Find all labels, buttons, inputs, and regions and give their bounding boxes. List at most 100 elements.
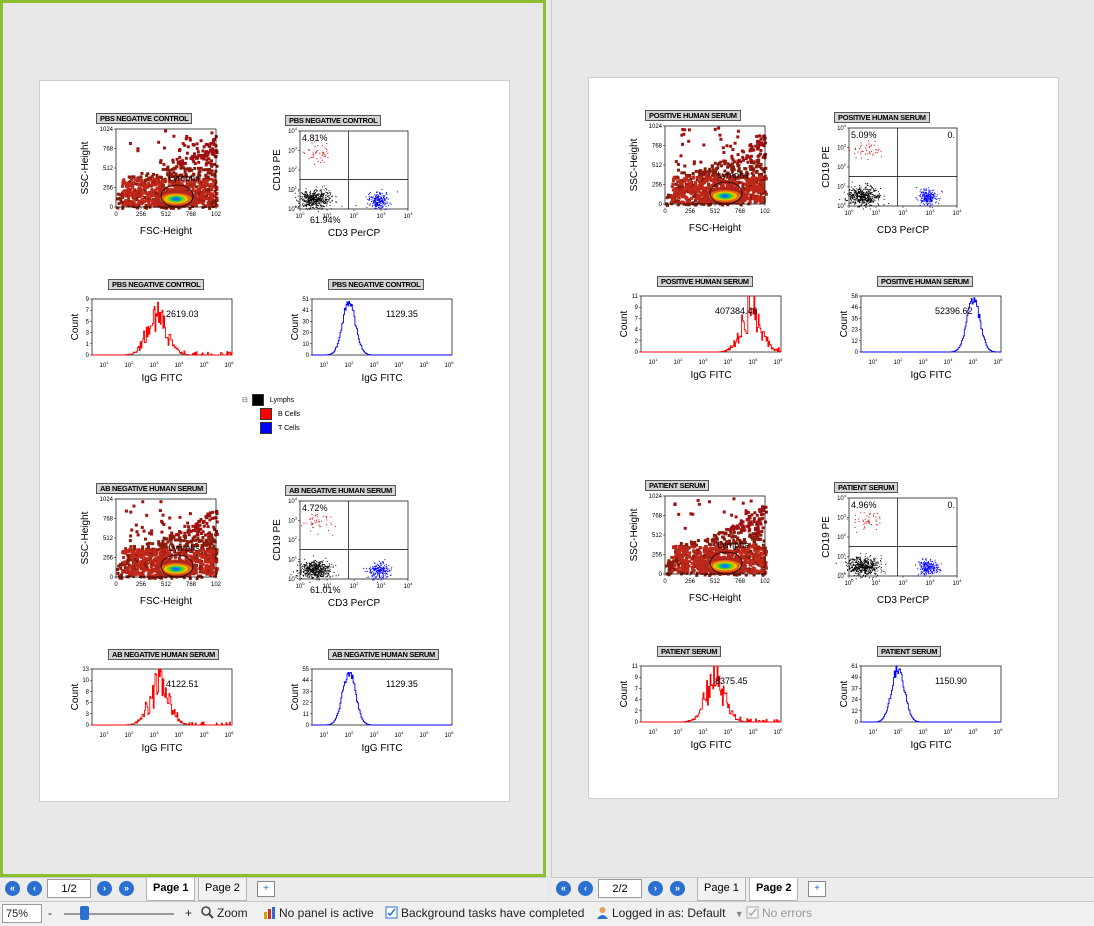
x-tick-label: 256 (136, 212, 147, 218)
population-legend[interactable]: ⊟LymphsB CellsT Cells (242, 393, 300, 435)
x-tick-label: 102 (211, 212, 222, 218)
b-cell-igg-histogram[interactable]: 0247911101102103104105106407384.46IgG FI… (619, 290, 799, 386)
density-contour (722, 564, 729, 567)
zoom-slider-handle[interactable] (80, 906, 89, 920)
y-tick-label: 12 (851, 339, 858, 345)
x-tick-label: 103 (699, 357, 709, 366)
zoom-out-button[interactable]: - (48, 906, 52, 920)
layout-sheet[interactable]: PBS NEGATIVE CONTROLLymphs00256256512512… (39, 80, 510, 802)
y-tick-label: 768 (652, 144, 663, 150)
x-tick-label: 103 (926, 208, 936, 217)
add-page-icon[interactable]: + (257, 881, 275, 897)
y-tick-label: 41 (302, 308, 309, 314)
first-page-icon[interactable]: « (5, 881, 20, 896)
y-tick-label: 49 (851, 675, 858, 681)
x-tick-label: 106 (445, 730, 455, 739)
x-axis-label: CD3 PerCP (328, 228, 381, 239)
layout-page-right[interactable]: POSITIVE HUMAN SERUMLymphs00256256512512… (551, 0, 1094, 877)
zoom-button[interactable]: Zoom (201, 906, 248, 920)
b-cell-igg-histogram[interactable]: 0135791011021031041051062619.03IgG FITCC… (70, 293, 250, 389)
first-page-icon[interactable]: « (556, 881, 571, 896)
tab-page-1[interactable]: Page 1 (146, 878, 195, 901)
t-cell-igg-histogram[interactable]: 011223344551011021031041051061129.35IgG … (290, 663, 470, 759)
y-tick-label: 9 (86, 297, 90, 303)
y-axis-label: SSC-Height (629, 138, 640, 191)
y-tick-label: 46 (851, 305, 858, 311)
x-axis-label: FSC-Height (140, 596, 192, 607)
fsc-ssc-density-plot[interactable]: Lymphs002562565125127687681021024FSC-Hei… (625, 116, 775, 234)
page-number-input[interactable]: 1/2 (47, 879, 91, 898)
y-tick-label: 101 (837, 182, 847, 191)
y-tick-label: 103 (288, 146, 298, 155)
t-cell-igg-histogram[interactable]: 0122335465810110210310410510652396.62IgG… (839, 290, 1019, 386)
y-axis-label: Count (290, 313, 301, 340)
prev-page-icon[interactable]: ‹ (578, 881, 593, 896)
errors-status-text: No errors (762, 906, 812, 920)
x-axis-label: FSC-Height (689, 223, 741, 234)
y-tick-label: 12 (851, 709, 858, 715)
cd3-cd19-quadrant-plot[interactable]: 4.72%61.01%10010010110110210210310310410… (270, 491, 420, 609)
prev-page-icon[interactable]: ‹ (27, 881, 42, 896)
chevron-down-icon[interactable]: ▼ (735, 909, 744, 919)
y-axis-label: Count (70, 313, 81, 340)
y-tick-label: 104 (288, 496, 298, 505)
y-tick-label: 20 (302, 331, 309, 337)
next-page-icon[interactable]: › (97, 881, 112, 896)
histogram-trace (92, 302, 232, 355)
layout-page-left[interactable]: PBS NEGATIVE CONTROLLymphs00256256512512… (0, 0, 546, 877)
x-tick-label: 512 (161, 582, 172, 588)
cd3-cd19-quadrant-plot[interactable]: 4.81%61.94%10010010110110210210310310410… (270, 121, 420, 239)
layout-sheet[interactable]: POSITIVE HUMAN SERUMLymphs00256256512512… (588, 77, 1059, 799)
x-tick-label: 104 (944, 357, 954, 366)
collapse-icon[interactable]: ⊟ (242, 396, 248, 404)
y-tick-label: 33 (302, 689, 309, 695)
event-dots (291, 138, 398, 213)
x-axis-label: CD3 PerCP (877, 225, 930, 236)
b-cell-igg-histogram[interactable]: 02479111011021031041051068375.45IgG FITC… (619, 660, 799, 756)
tab-page-2[interactable]: Page 2 (198, 878, 247, 901)
fsc-ssc-density-plot[interactable]: Lymphs002562565125127687681021024FSC-Hei… (76, 489, 226, 607)
y-tick-label: 35 (851, 316, 858, 322)
plot-frame (861, 666, 1001, 722)
x-tick-label: 106 (774, 727, 784, 736)
y-tick-label: 512 (103, 166, 114, 172)
fsc-ssc-density-plot[interactable]: Lymphs002562565125127687681021024FSC-Hei… (76, 119, 226, 237)
y-tick-label: 0 (635, 350, 639, 356)
zoom-input[interactable]: 75% (2, 904, 42, 923)
fsc-ssc-density-plot[interactable]: Lymphs002562565125127687681021024FSC-Hei… (625, 486, 775, 604)
checkbox-icon (746, 906, 759, 919)
gate-label: Lymphs (717, 540, 749, 550)
gate-label: Lymphs (168, 543, 200, 553)
plot-title: PATIENT SERUM (657, 646, 721, 657)
y-tick-label: 0 (110, 205, 114, 211)
page-number-input[interactable]: 2/2 (598, 879, 642, 898)
y-tick-label: 101 (288, 555, 298, 564)
y-axis-label: Count (619, 680, 630, 707)
y-tick-label: 0 (855, 720, 859, 726)
y-tick-label: 256 (652, 553, 663, 559)
x-tick-label: 0 (114, 582, 118, 588)
last-page-icon[interactable]: » (670, 881, 685, 896)
tab-page-1[interactable]: Page 1 (697, 878, 746, 901)
x-tick-label: 103 (919, 357, 929, 366)
next-page-icon[interactable]: › (648, 881, 663, 896)
b-cell-igg-histogram[interactable]: 035810131011021031041051064122.51IgG FIT… (70, 663, 250, 759)
cd3-cd19-quadrant-plot[interactable]: 4.96%0.100100101101102102103103104104CD3… (819, 488, 969, 606)
login-status[interactable]: Logged in as: Default ▼ (596, 906, 744, 920)
x-axis-label: IgG FITC (361, 743, 402, 754)
tab-page-2[interactable]: Page 2 (749, 878, 798, 901)
legend-item-b-cells[interactable]: B Cells (260, 407, 300, 421)
zoom-in-button[interactable]: + (185, 906, 192, 920)
y-tick-label: 0 (659, 572, 663, 578)
t-cell-igg-histogram[interactable]: 012243749611011021031041051061150.90IgG … (839, 660, 1019, 756)
add-page-icon[interactable]: + (808, 881, 826, 897)
x-tick-label: 106 (225, 730, 235, 739)
legend-item-t-cells[interactable]: T Cells (260, 421, 300, 435)
cd3-cd19-quadrant-plot[interactable]: 5.09%0.100100101101102102103103104104CD3… (819, 118, 969, 236)
last-page-icon[interactable]: » (119, 881, 134, 896)
x-tick-label: 100 (845, 208, 855, 217)
x-tick-label: 103 (370, 730, 380, 739)
t-cell-igg-histogram[interactable]: 010203041511011021031041051061129.35IgG … (290, 293, 470, 389)
legend-item-lymphs[interactable]: ⊟Lymphs (242, 393, 300, 407)
x-tick-label: 101 (872, 208, 882, 217)
